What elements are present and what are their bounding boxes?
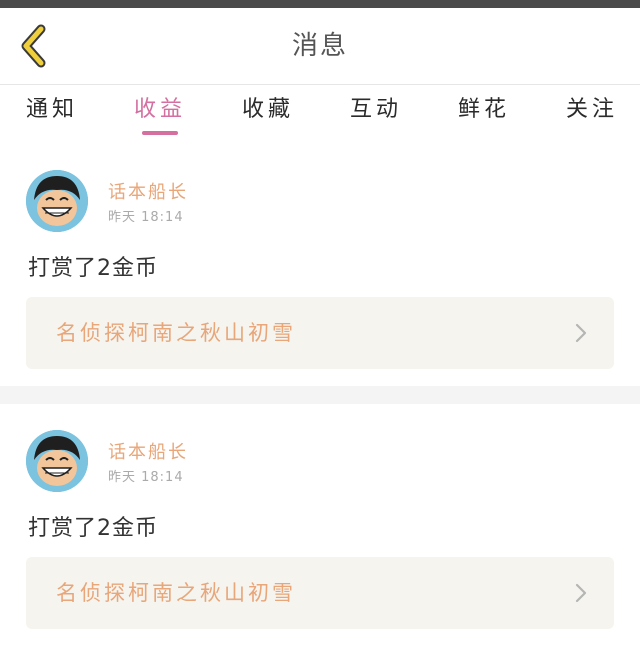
- avatar[interactable]: [26, 430, 88, 492]
- avatar-cartoon-boy-icon: [26, 430, 88, 492]
- username[interactable]: 话本船长: [108, 178, 188, 204]
- avatar[interactable]: [26, 170, 88, 232]
- card-divider: [0, 386, 640, 404]
- avatar-cartoon-boy-icon: [26, 170, 88, 232]
- tab-label: 通知: [25, 97, 78, 122]
- tab-label: 鲜花: [457, 97, 510, 122]
- tab-label: 互动: [349, 97, 402, 122]
- chevron-right-icon: [575, 323, 587, 343]
- tab-flowers[interactable]: 鲜花: [454, 91, 514, 135]
- chevron-left-icon: [21, 24, 46, 68]
- message-text: 打赏了2金币: [28, 516, 158, 541]
- chevron-right-icon: [575, 583, 587, 603]
- novel-title: 名侦探柯南之秋山初雪: [56, 321, 296, 345]
- timestamp: 昨天 18:14: [108, 470, 184, 485]
- tab-label: 收益: [133, 97, 186, 122]
- message-card: 话本船长 昨天 18:14 打赏了2金币 名侦探柯南之秋山初雪: [0, 404, 640, 647]
- tab-label: 关注: [565, 97, 618, 122]
- tab-label: 收藏: [241, 97, 294, 122]
- timestamp: 昨天 18:14: [108, 210, 184, 225]
- header-bar: 消息: [0, 8, 640, 85]
- tab-notifications[interactable]: 通知: [22, 91, 82, 135]
- novel-link[interactable]: 名侦探柯南之秋山初雪: [26, 297, 614, 369]
- tab-earnings[interactable]: 收益: [130, 91, 190, 135]
- back-button[interactable]: [14, 24, 54, 68]
- tab-bar: 通知 收益 收藏 互动 鲜花 关注: [0, 85, 640, 137]
- tab-follows[interactable]: 关注: [562, 91, 622, 135]
- novel-link[interactable]: 名侦探柯南之秋山初雪: [26, 557, 614, 629]
- status-bar: [0, 0, 640, 8]
- tab-interactions[interactable]: 互动: [346, 91, 406, 135]
- username[interactable]: 话本船长: [108, 438, 188, 464]
- message-card: 话本船长 昨天 18:14 打赏了2金币 名侦探柯南之秋山初雪: [0, 140, 640, 386]
- novel-title: 名侦探柯南之秋山初雪: [56, 581, 296, 605]
- page-title: 消息: [291, 31, 348, 61]
- message-text: 打赏了2金币: [28, 256, 158, 281]
- tab-favorites[interactable]: 收藏: [238, 91, 298, 135]
- active-tab-indicator: [142, 131, 178, 135]
